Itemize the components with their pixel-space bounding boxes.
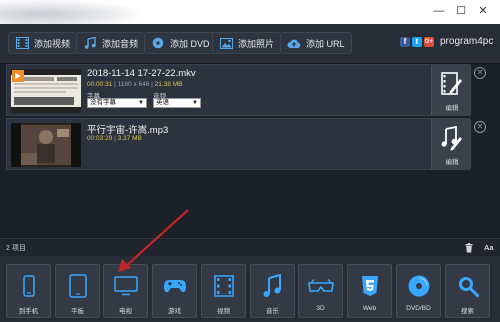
- device-search-button[interactable]: 搜索: [445, 264, 490, 318]
- device-tablet-button[interactable]: 平板: [55, 264, 100, 318]
- file-size: 21.38 MB: [154, 81, 183, 88]
- add-video-button[interactable]: 添加视频: [8, 32, 78, 54]
- device-game-button[interactable]: 游戏: [152, 264, 197, 318]
- add-url-button[interactable]: 添加 URL: [280, 32, 352, 54]
- file-list-item[interactable]: 平行宇宙-许嵩.mp3 00:03:29 | 3.37 MB 编辑: [6, 118, 471, 170]
- chevron-down-icon: ▼: [138, 100, 144, 106]
- device-label: 平板: [71, 308, 84, 315]
- film-edit-icon: [441, 72, 462, 95]
- font-size-toggle[interactable]: Aa: [484, 243, 494, 252]
- device-phone-button[interactable]: 到手机: [6, 264, 51, 318]
- tablet-icon: [68, 274, 87, 298]
- device-dvd-button[interactable]: DVD/BD: [396, 264, 441, 318]
- app-window: — ☐ ✕ 添加视频 添加音频 添加 DVD 添加照片 添加 URL f t G…: [0, 0, 500, 322]
- google-plus-icon[interactable]: G+: [424, 37, 434, 47]
- file-resolution: 1160 x 646: [117, 81, 150, 88]
- device-web-button[interactable]: Web: [347, 264, 392, 318]
- gamepad-icon: [163, 280, 186, 293]
- edit-button[interactable]: 编辑: [431, 65, 471, 115]
- device-label: 3D: [316, 305, 325, 312]
- device-label: 到手机: [18, 308, 39, 315]
- cloud-upload-icon: [287, 36, 301, 50]
- twitter-icon[interactable]: t: [412, 37, 422, 47]
- search-icon: [458, 277, 479, 297]
- film-icon: [15, 36, 29, 50]
- close-button[interactable]: ✕: [476, 4, 490, 18]
- add-dvd-label: 添加 DVD: [170, 38, 210, 49]
- add-url-label: 添加 URL: [306, 38, 345, 49]
- subtitle-select-value: 没有字幕: [90, 99, 116, 106]
- facebook-icon[interactable]: f: [400, 37, 410, 47]
- item-count: 2 项目: [6, 245, 26, 252]
- device-label: DVD/BD: [406, 305, 431, 312]
- add-photo-button[interactable]: 添加照片: [212, 32, 282, 54]
- file-list-item[interactable]: 2018-11-14 17-27-22.mkv 00:00:31 | 1160 …: [6, 64, 471, 116]
- status-bar: 2 项目 Aa: [0, 238, 500, 256]
- remove-file-button[interactable]: ✕: [474, 67, 486, 79]
- file-name: 平行宇宙-许嵩.mp3: [87, 125, 169, 136]
- video-thumbnail: [11, 69, 81, 113]
- file-size: 3.37 MB: [117, 135, 142, 142]
- minimize-button[interactable]: —: [432, 4, 446, 18]
- device-label: 音乐: [266, 308, 279, 315]
- device-bar: 到手机 平板 电视 游戏 视频 音乐 3D Web DVD/BD 搜索: [0, 256, 500, 322]
- brand-logo: program4pc: [440, 36, 494, 47]
- device-tv-button[interactable]: 电视: [103, 264, 148, 318]
- device-label: 视频: [217, 308, 230, 315]
- device-label: 搜索: [461, 308, 474, 315]
- music-note-icon: [83, 36, 97, 50]
- remove-file-button[interactable]: ✕: [474, 121, 486, 133]
- device-label: 电视: [119, 308, 132, 315]
- device-video-button[interactable]: 视频: [201, 264, 246, 318]
- file-meta: 00:00:31 | 1160 x 646 | 21.38 MB: [87, 81, 183, 88]
- file-name: 2018-11-14 17-27-22.mkv: [87, 68, 196, 79]
- 3d-glasses-icon: [307, 279, 334, 292]
- tv-icon: [113, 276, 138, 296]
- audio-cover-thumbnail: [11, 123, 81, 167]
- file-duration: 00:03:29: [87, 135, 113, 142]
- image-icon: [219, 36, 233, 50]
- add-photo-label: 添加照片: [238, 38, 275, 49]
- add-video-label: 添加视频: [34, 38, 71, 49]
- phone-icon: [22, 275, 35, 297]
- device-label: Web: [362, 305, 377, 312]
- subtitle-select[interactable]: 没有字幕 ▼: [87, 98, 147, 108]
- device-3d-button[interactable]: 3D: [298, 264, 343, 318]
- html5-icon: [361, 276, 378, 296]
- file-meta: 00:03:29 | 3.37 MB: [87, 135, 142, 142]
- toolbar: 添加视频 添加音频 添加 DVD 添加照片 添加 URL f t G+ prog…: [0, 24, 500, 64]
- device-music-button[interactable]: 音乐: [250, 264, 295, 318]
- edit-label: 编辑: [445, 105, 459, 112]
- add-dvd-button[interactable]: 添加 DVD: [144, 32, 217, 54]
- disc-icon: [151, 36, 165, 50]
- title-bar-blurred-area: [0, 0, 140, 24]
- chevron-down-icon: ▼: [192, 100, 198, 106]
- device-label: 游戏: [168, 308, 181, 315]
- edit-button[interactable]: 编辑: [431, 119, 471, 169]
- maximize-button[interactable]: ☐: [454, 4, 468, 18]
- add-audio-label: 添加音频: [102, 38, 139, 49]
- film-icon: [213, 275, 234, 297]
- disc-icon: [408, 275, 429, 297]
- trash-icon[interactable]: [465, 243, 473, 253]
- audio-track-select-value: 英语: [156, 99, 169, 106]
- file-duration: 00:00:31: [87, 81, 113, 88]
- music-icon: [263, 274, 281, 297]
- audio-track-select[interactable]: 英语 ▼: [153, 98, 201, 108]
- music-edit-icon: [441, 126, 462, 151]
- title-bar: — ☐ ✕: [0, 0, 500, 24]
- video-badge-icon: [12, 70, 24, 82]
- edit-label: 编辑: [445, 159, 459, 166]
- add-audio-button[interactable]: 添加音频: [76, 32, 146, 54]
